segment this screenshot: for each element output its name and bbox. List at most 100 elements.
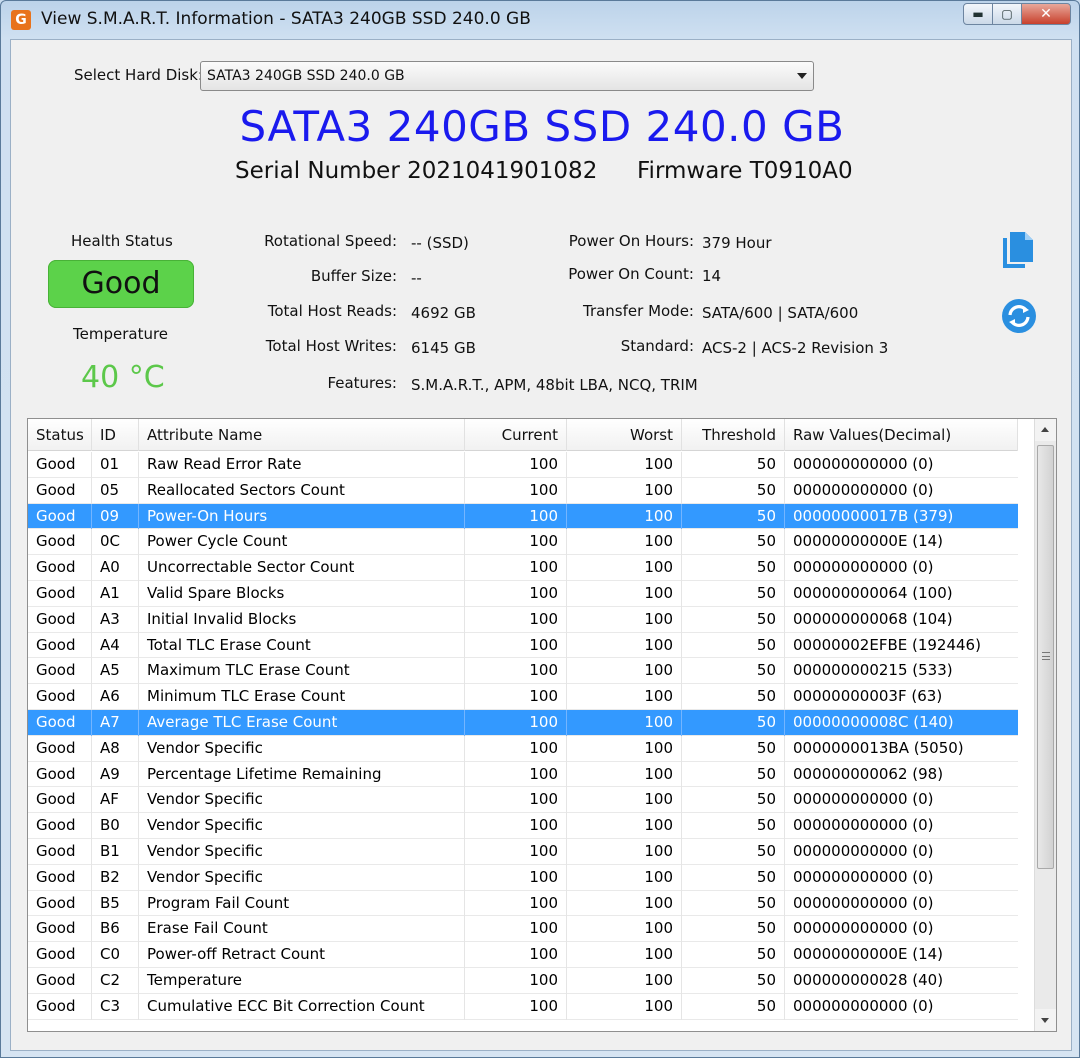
cell-threshold: 50	[682, 864, 785, 891]
cell-attribute-name: Total TLC Erase Count	[139, 632, 465, 659]
cell-status: Good	[28, 916, 92, 943]
table-row[interactable]: Good A8 Vendor Specific 100 100 50 0000000013B…	[28, 735, 1018, 762]
table-row[interactable]: Good C3 Cumulative ECC Bit Correction Coun…	[28, 993, 1018, 1020]
table-row[interactable]: Good A6 Minimum TLC Erase Count 100 100 50 000…	[28, 684, 1018, 710]
cell-id: A6	[92, 684, 139, 710]
cell-worst: 100	[567, 606, 682, 633]
table-row[interactable]: Good 09 Power-On Hours 100 100 50 00000000017B…	[28, 503, 1018, 530]
cell-id: AF	[92, 787, 139, 814]
column-header-raw-values[interactable]: Raw Values(Decimal)	[785, 419, 1018, 451]
vertical-scrollbar[interactable]	[1034, 419, 1056, 1031]
cell-threshold: 50	[682, 709, 785, 736]
copy-icon[interactable]	[1001, 230, 1035, 270]
chevron-down-icon[interactable]	[797, 73, 807, 79]
smart-attributes-table[interactable]: Status ID Attribute Name Current Worst T…	[27, 418, 1057, 1032]
minimize-button[interactable]: ▬	[963, 3, 993, 25]
cell-status: Good	[28, 658, 92, 685]
select-disk-label: Select Hard Disk:	[74, 66, 203, 84]
cell-id: A9	[92, 761, 139, 788]
cell-attribute-name: Percentage Lifetime Remaining	[139, 761, 465, 788]
cell-threshold: 50	[682, 658, 785, 685]
cell-status: Good	[28, 503, 92, 530]
column-header-current[interactable]: Current	[465, 419, 567, 451]
cell-threshold: 50	[682, 529, 785, 556]
column-header-attribute-name[interactable]: Attribute Name	[139, 419, 465, 451]
client-area: Select Hard Disk: SATA3 240GB SSD 240.0 …	[10, 39, 1072, 1051]
table-row[interactable]: Good B0 Vendor Specific 100 100 50 00000000000…	[28, 813, 1018, 839]
cell-raw-value: 00000000000E (14)	[793, 532, 944, 551]
cell-status: Good	[28, 452, 92, 478]
cell-raw-value: 000000000064 (100)	[793, 583, 953, 602]
standard-label: Standard:	[620, 337, 694, 355]
column-header-status[interactable]: Status	[28, 419, 92, 451]
refresh-icon[interactable]	[1001, 298, 1037, 334]
maximize-button[interactable]: ▢	[992, 3, 1022, 25]
cell-worst: 100	[567, 529, 682, 556]
table-row[interactable]: Good B5 Program Fail Count 100 100 50 00000000…	[28, 890, 1018, 917]
table-row[interactable]: Good A4 Total TLC Erase Count 100 100 50 00000…	[28, 632, 1018, 659]
cell-threshold: 50	[682, 735, 785, 762]
cell-current: 100	[465, 606, 567, 633]
column-header-worst[interactable]: Worst	[567, 419, 682, 451]
column-header-threshold[interactable]: Threshold	[682, 419, 785, 451]
cell-worst: 100	[567, 658, 682, 685]
scroll-down-button[interactable]	[1035, 1009, 1056, 1031]
firmware-version: Firmware T0910A0	[637, 158, 853, 184]
cell-raw-value: 000000000000 (0)	[793, 455, 934, 473]
table-row[interactable]: Good 0C Power Cycle Count 100 100 50 000000000…	[28, 529, 1018, 556]
cell-status: Good	[28, 684, 92, 710]
cell-threshold: 50	[682, 632, 785, 659]
table-row[interactable]: Good B1 Vendor Specific 100 100 50 00000000000…	[28, 838, 1018, 865]
table-row[interactable]: Good 05 Reallocated Sectors Count 100 100 50 0…	[28, 477, 1018, 504]
cell-threshold: 50	[682, 967, 785, 994]
table-row[interactable]: Good AF Vendor Specific 100 100 50 00000000000…	[28, 787, 1018, 814]
table-row[interactable]: Good 01 Raw Read Error Rate 100 100 50 0000000…	[28, 452, 1018, 478]
disk-select-dropdown[interactable]: SATA3 240GB SSD 240.0 GB	[200, 61, 814, 91]
cell-status: Good	[28, 813, 92, 839]
column-header-id[interactable]: ID	[92, 419, 139, 451]
cell-worst: 100	[567, 813, 682, 839]
cell-current: 100	[465, 555, 567, 581]
cell-status: Good	[28, 967, 92, 994]
cell-raw-value: 000000000000 (0)	[793, 558, 934, 577]
cell-attribute-name: Average TLC Erase Count	[139, 709, 465, 736]
rotational-speed-label: Rotational Speed:	[264, 232, 397, 250]
cell-raw-value: 000000000000 (0)	[793, 841, 934, 860]
features-value: S.M.A.R.T., APM, 48bit LBA, NCQ, TRIM	[411, 376, 698, 394]
table-row[interactable]: Good B6 Erase Fail Count 100 100 50 0000000000…	[28, 916, 1018, 943]
cell-current: 100	[465, 580, 567, 607]
table-row[interactable]: Good C2 Temperature 100 100 50 000000000028 (4…	[28, 967, 1018, 994]
grip-icon	[1042, 652, 1050, 660]
cell-id: 09	[92, 503, 139, 530]
table-row[interactable]: Good B2 Vendor Specific 100 100 50 00000000000…	[28, 864, 1018, 891]
table-row[interactable]: Good A9 Percentage Lifetime Remaining 100 10…	[28, 761, 1018, 788]
cell-id: A3	[92, 606, 139, 633]
table-row[interactable]: Good A3 Initial Invalid Blocks 100 100 50 0000…	[28, 606, 1018, 633]
cell-attribute-name: Temperature	[139, 967, 465, 994]
table-row[interactable]: Good A0 Uncorrectable Sector Count 100 100 50…	[28, 555, 1018, 581]
cell-raw-value: 000000000000 (0)	[793, 790, 934, 809]
table-row[interactable]: Good A1 Valid Spare Blocks 100 100 50 00000000…	[28, 580, 1018, 607]
cell-id: B0	[92, 813, 139, 839]
scrollbar-thumb[interactable]	[1037, 445, 1054, 869]
cell-worst: 100	[567, 477, 682, 504]
cell-attribute-name: Erase Fail Count	[139, 916, 465, 943]
window-controls: ▬ ▢ ✕	[963, 3, 1071, 27]
cell-threshold: 50	[682, 993, 785, 1020]
table-row[interactable]: Good A5 Maximum TLC Erase Count 100 100 50 000…	[28, 658, 1018, 685]
title-bar[interactable]: G View S.M.A.R.T. Information - SATA3 24…	[1, 1, 1079, 39]
cell-current: 100	[465, 735, 567, 762]
cell-current: 100	[465, 967, 567, 994]
table-row[interactable]: Good C0 Power-off Retract Count 100 100 50 000…	[28, 942, 1018, 968]
cell-worst: 100	[567, 452, 682, 478]
scroll-up-button[interactable]	[1035, 419, 1056, 441]
cell-attribute-name: Reallocated Sectors Count	[139, 477, 465, 504]
app-logo-icon: G	[11, 10, 31, 30]
cell-threshold: 50	[682, 477, 785, 504]
cell-current: 100	[465, 658, 567, 685]
cell-current: 100	[465, 452, 567, 478]
cell-current: 100	[465, 942, 567, 968]
table-row[interactable]: Good A7 Average TLC Erase Count 100 100 50 000…	[28, 709, 1018, 736]
close-button[interactable]: ✕	[1021, 3, 1071, 25]
serial-number: Serial Number 2021041901082	[235, 158, 598, 184]
